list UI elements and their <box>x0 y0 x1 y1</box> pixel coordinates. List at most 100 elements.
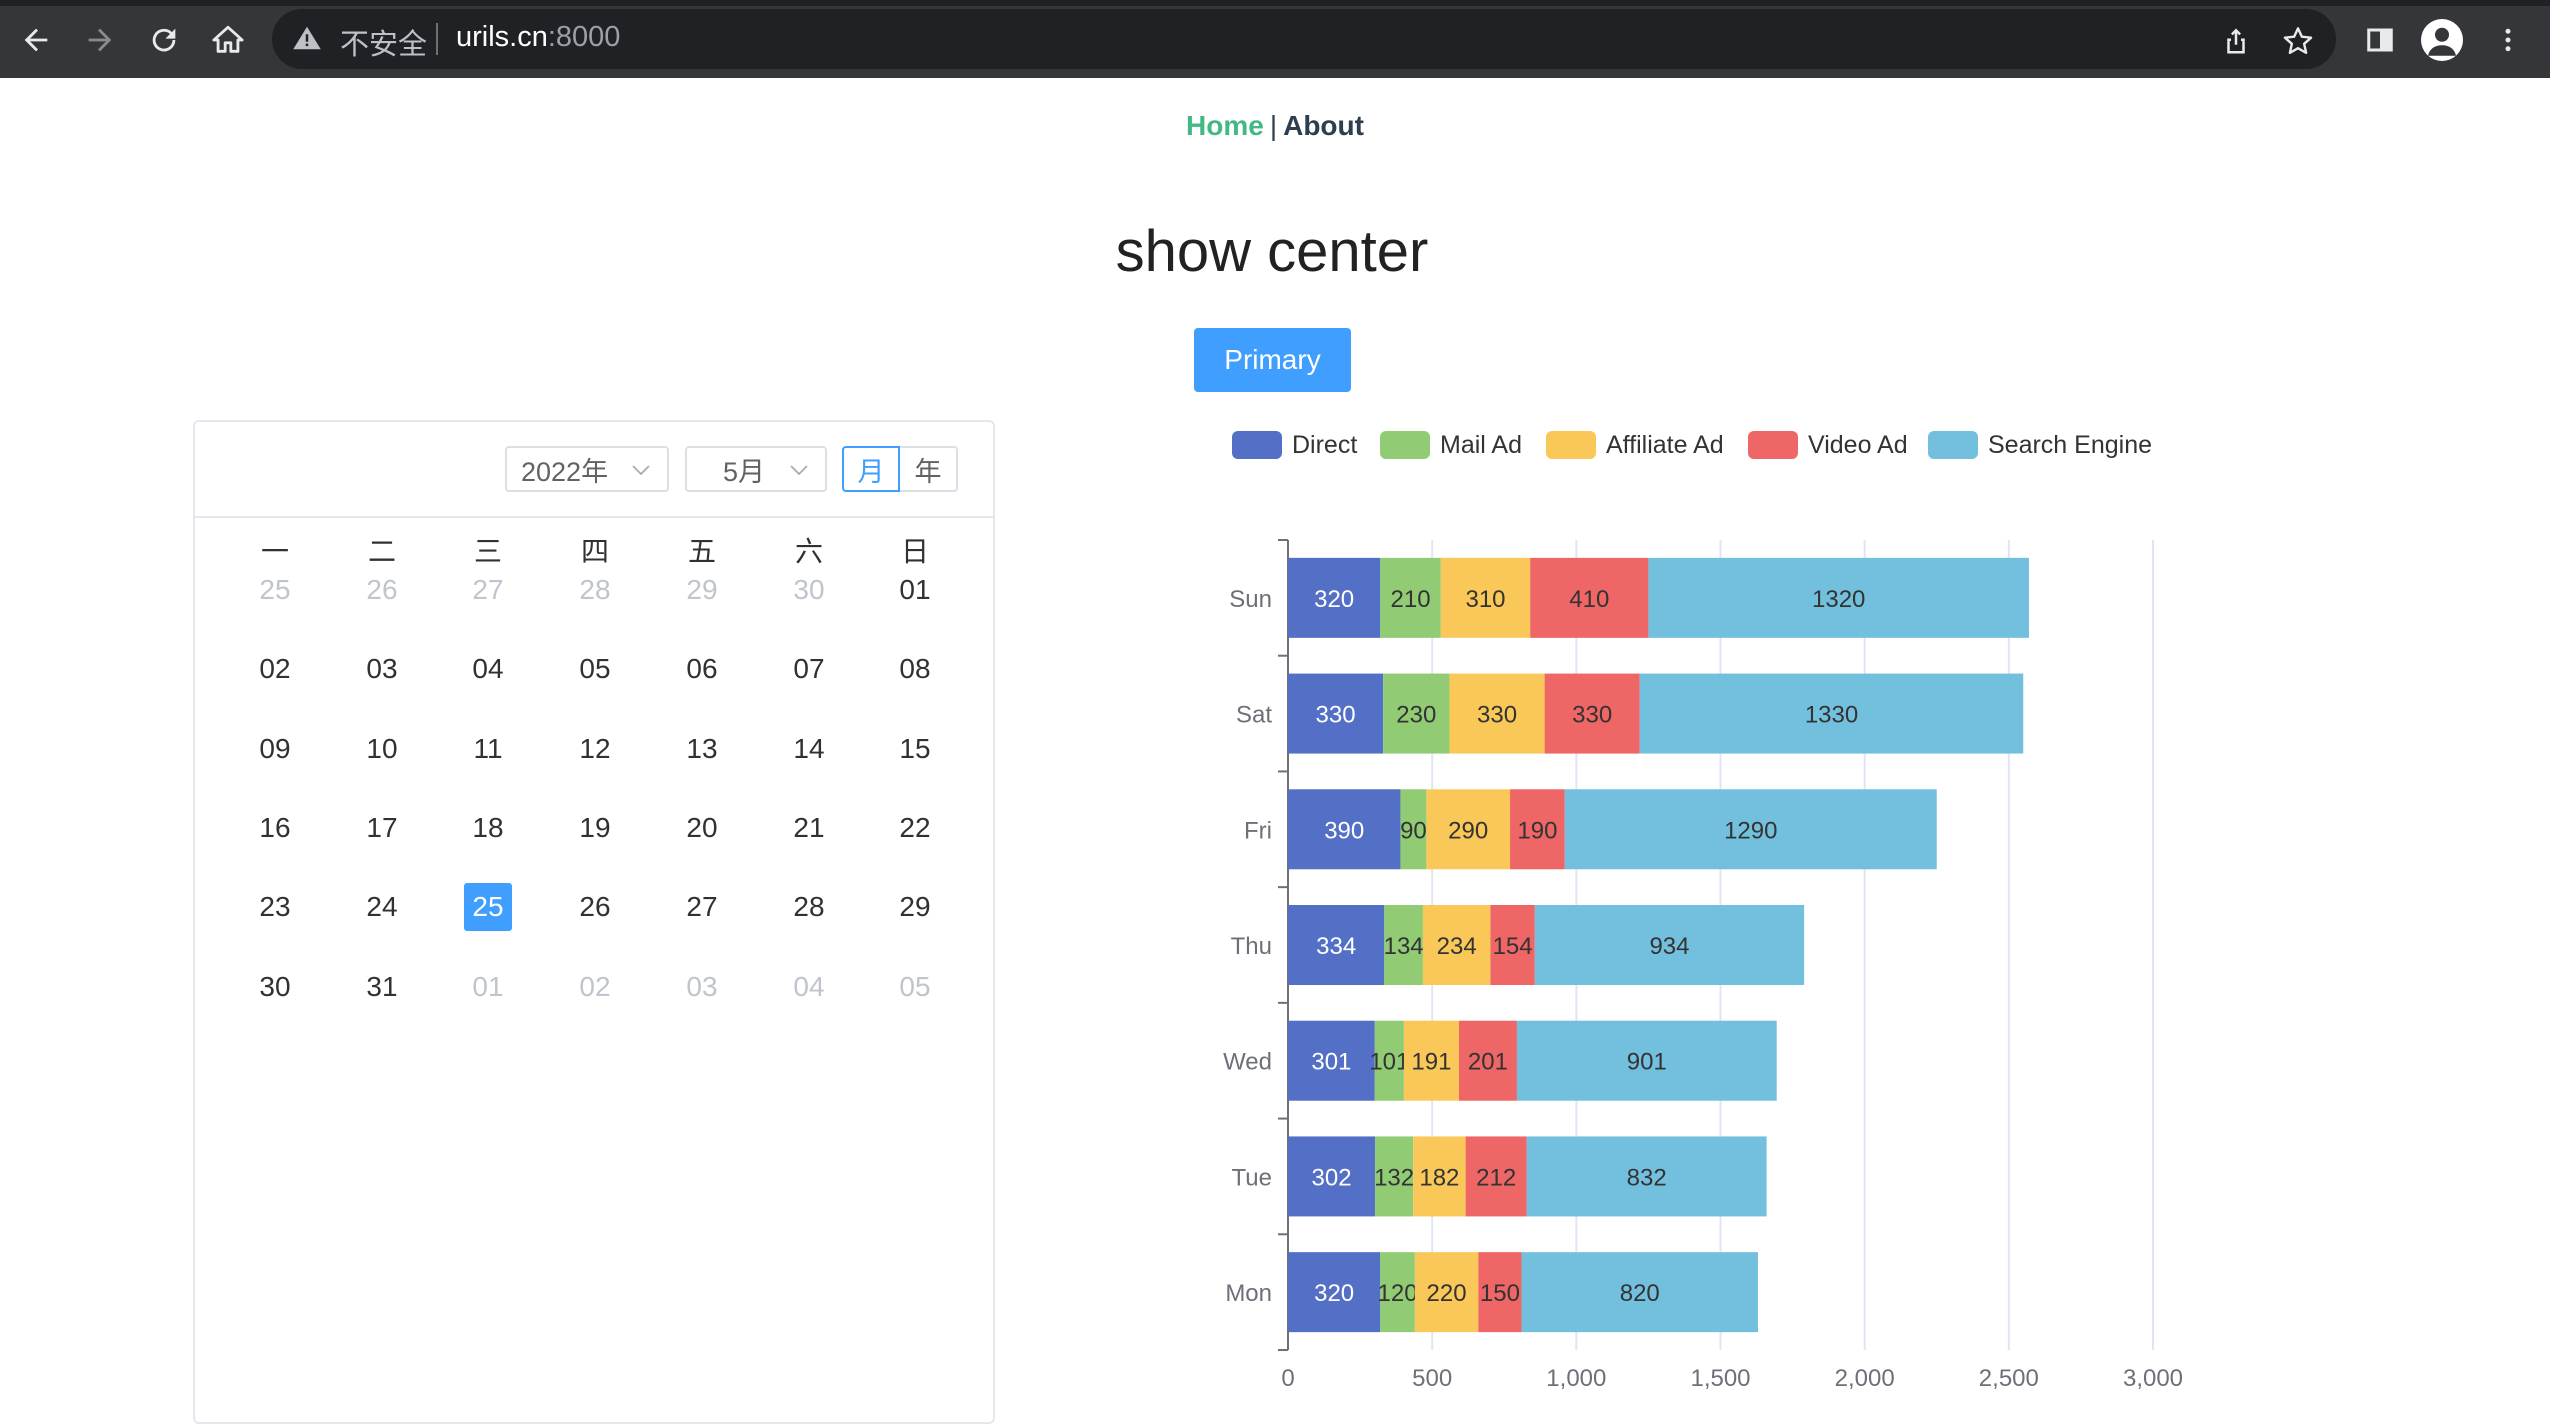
view-mode-toggle: 月 年 <box>842 446 958 492</box>
address-bar[interactable]: 不安全 urils.cn:8000 <box>272 9 2336 69</box>
calendar-day[interactable]: 14 <box>785 725 833 773</box>
side-panel-button[interactable] <box>2358 18 2402 62</box>
calendar-day[interactable]: 05 <box>891 963 939 1011</box>
nav-home-link[interactable]: Home <box>1186 110 1264 141</box>
calendar-day-selected[interactable]: 25 <box>464 883 512 932</box>
legend-swatch <box>1232 431 1282 459</box>
data-label: 210 <box>1391 586 1431 613</box>
calendar-day[interactable]: 04 <box>785 963 833 1011</box>
calendar-day[interactable]: 09 <box>251 725 299 773</box>
data-label: 310 <box>1465 586 1505 613</box>
home-icon <box>212 25 244 53</box>
data-label: 290 <box>1448 817 1488 844</box>
calendar-day[interactable]: 30 <box>785 566 833 614</box>
legend-item[interactable]: Video Ad <box>1748 428 1908 462</box>
calendar-day[interactable]: 17 <box>358 804 406 852</box>
url-host: urils.cn <box>456 21 548 53</box>
calendar-day[interactable]: 24 <box>358 883 406 931</box>
calendar-day[interactable]: 27 <box>464 566 512 614</box>
reload-button[interactable] <box>138 14 190 66</box>
data-label: 182 <box>1419 1164 1459 1191</box>
year-select[interactable]: 2022年 <box>505 446 669 492</box>
calendar-day[interactable]: 15 <box>891 725 939 773</box>
x-tick-label: 3,000 <box>2123 1365 2183 1392</box>
nav-about-link[interactable]: About <box>1283 110 1364 141</box>
avatar <box>2421 19 2463 61</box>
stacked-bar-chart: 0 500 1,000 1,500 2,000 2,500 3,000 Mon 320 120 22… <box>1223 539 2183 1392</box>
calendar-day[interactable]: 12 <box>571 725 619 773</box>
calendar-day[interactable]: 03 <box>358 645 406 693</box>
calendar-day[interactable]: 29 <box>891 883 939 931</box>
y-category-label: Mon <box>1225 1280 1272 1307</box>
calendar-day[interactable]: 26 <box>358 566 406 614</box>
calendar-day[interactable]: 05 <box>571 645 619 693</box>
data-label: 320 <box>1314 1280 1354 1307</box>
menu-button[interactable] <box>2486 18 2530 62</box>
forward-arrow-icon <box>88 28 112 52</box>
calendar-day[interactable]: 13 <box>678 725 726 773</box>
legend-item[interactable]: Direct <box>1232 428 1357 462</box>
forward-button[interactable] <box>74 14 126 66</box>
primary-button[interactable]: Primary <box>1194 328 1351 392</box>
chevron-down-icon <box>632 465 650 476</box>
calendar-day[interactable]: 10 <box>358 725 406 773</box>
calendar-day[interactable]: 11 <box>464 725 512 773</box>
calendar-day[interactable]: 18 <box>464 804 512 852</box>
weekday-label: 日 <box>900 536 929 567</box>
calendar-day[interactable]: 01 <box>464 963 512 1011</box>
legend-label: Affiliate Ad <box>1606 430 1724 459</box>
home-button[interactable] <box>202 14 254 66</box>
calendar-day[interactable]: 02 <box>251 645 299 693</box>
calendar-day[interactable]: 02 <box>571 963 619 1011</box>
back-arrow-icon <box>24 28 48 52</box>
legend-item[interactable]: Search Engine <box>1928 428 2152 462</box>
year-select-value: 2022年 <box>521 456 609 487</box>
data-label: 302 <box>1312 1164 1352 1191</box>
omnibox-divider <box>436 23 438 55</box>
share-button[interactable] <box>2216 21 2256 61</box>
calendar-day[interactable]: 25 <box>251 566 299 614</box>
legend-item[interactable]: Affiliate Ad <box>1546 428 1724 462</box>
calendar-day[interactable]: 03 <box>678 963 726 1011</box>
calendar-day[interactable]: 07 <box>785 645 833 693</box>
month-mode-button[interactable]: 月 <box>842 446 900 492</box>
data-label: 230 <box>1396 702 1436 729</box>
calendar-day[interactable]: 30 <box>251 963 299 1011</box>
data-label: 212 <box>1476 1164 1516 1191</box>
weekday-label: 四 <box>580 536 609 567</box>
star-icon <box>2283 27 2313 55</box>
calendar-day[interactable]: 20 <box>678 804 726 852</box>
calendar-day[interactable]: 23 <box>251 883 299 931</box>
calendar-day[interactable]: 01 <box>891 566 939 614</box>
nav-separator: | <box>1269 110 1278 141</box>
calendar-day[interactable]: 04 <box>464 645 512 693</box>
calendar: 2022年 5月 月 年 一二三四五六日 25 26 27 28 29 30 01 02 03 0… <box>193 420 995 1424</box>
data-label: 390 <box>1324 817 1364 844</box>
calendar-day[interactable]: 27 <box>678 883 726 931</box>
bookmark-button[interactable] <box>2278 21 2318 61</box>
calendar-day[interactable]: 28 <box>571 566 619 614</box>
calendar-day[interactable]: 22 <box>891 804 939 852</box>
legend-item[interactable]: Mail Ad <box>1380 428 1522 462</box>
warning-icon <box>293 26 321 50</box>
calendar-day[interactable]: 06 <box>678 645 726 693</box>
calendar-day[interactable]: 19 <box>571 804 619 852</box>
calendar-day[interactable]: 16 <box>251 804 299 852</box>
calendar-day[interactable]: 31 <box>358 963 406 1011</box>
calendar-day[interactable]: 08 <box>891 645 939 693</box>
legend-swatch <box>1748 431 1798 459</box>
legend-swatch <box>1546 431 1596 459</box>
y-category-label: Fri <box>1244 817 1272 844</box>
data-label: 330 <box>1477 702 1517 729</box>
calendar-day[interactable]: 26 <box>571 883 619 931</box>
back-button[interactable] <box>10 14 62 66</box>
calendar-day[interactable]: 21 <box>785 804 833 852</box>
calendar-day[interactable]: 29 <box>678 566 726 614</box>
calendar-day[interactable]: 28 <box>785 883 833 931</box>
month-select[interactable]: 5月 <box>685 446 827 492</box>
x-tick-label: 1,500 <box>1690 1365 1750 1392</box>
year-mode-button[interactable]: 年 <box>900 446 958 492</box>
share-icon <box>2227 28 2245 54</box>
profile-button[interactable] <box>2420 18 2464 62</box>
weekday-label: 六 <box>794 536 823 567</box>
